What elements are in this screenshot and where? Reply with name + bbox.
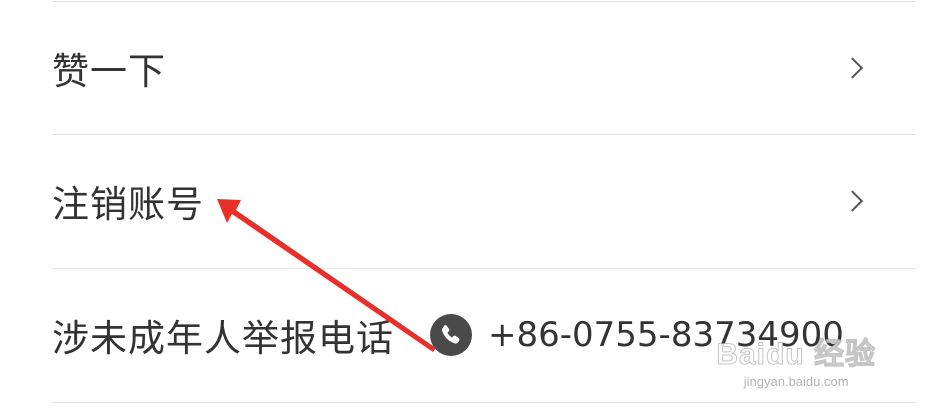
row-like-label: 赞一下 [52,50,166,93]
settings-list: 赞一下 注销账号 涉未成年人举报电话 +86-0755-83734900 [0,0,926,411]
report-phone[interactable]: +86-0755-83734900 [430,314,844,356]
chevron-right-icon [841,57,864,79]
divider [52,402,916,403]
phone-icon [430,314,472,356]
report-phone-number: +86-0755-83734900 [488,315,844,355]
row-minor-report-hotline[interactable]: 涉未成年人举报电话 +86-0755-83734900 [52,269,866,401]
row-minor-report-hotline-label: 涉未成年人举报电话 [52,317,394,360]
chevron-right-icon [841,190,864,212]
row-deactivate-account-label: 注销账号 [52,183,204,226]
row-like[interactable]: 赞一下 [52,2,866,134]
row-deactivate-account[interactable]: 注销账号 [52,135,866,267]
